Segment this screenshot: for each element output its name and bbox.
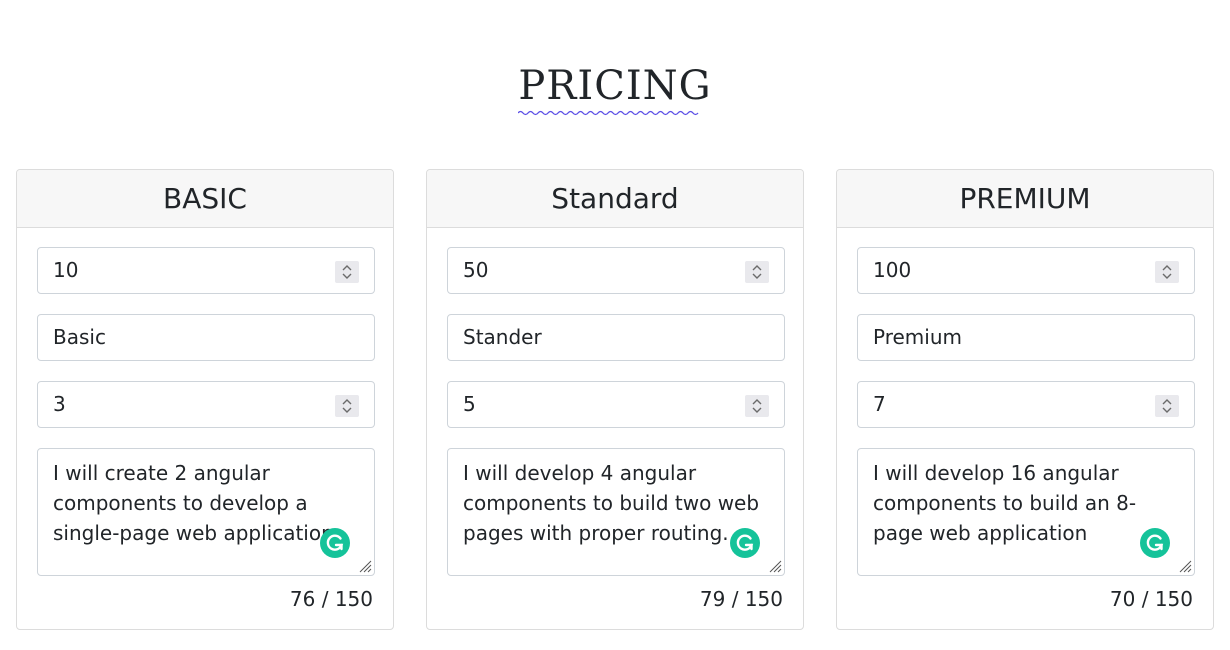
card-header: PREMIUM xyxy=(837,170,1213,228)
character-counter: 70 / 150 xyxy=(1109,587,1193,611)
pricing-card-standard: Standard 50 Stander 5 I will develop 4 a… xyxy=(426,169,804,630)
card-header: BASIC xyxy=(17,170,393,228)
resize-handle-icon[interactable] xyxy=(766,557,782,573)
stepper-arrows-icon[interactable] xyxy=(745,395,769,417)
card-header: Standard xyxy=(427,170,803,228)
stepper-arrows-icon[interactable] xyxy=(1155,395,1179,417)
page-title-text: PRICING xyxy=(518,63,712,109)
resize-handle-icon[interactable] xyxy=(356,557,372,573)
stepper-arrows-icon[interactable] xyxy=(1155,261,1179,283)
price-input[interactable]: 50 xyxy=(447,247,785,294)
pricing-card-premium: PREMIUM 100 Premium 7 I will develop 16 … xyxy=(836,169,1214,630)
plan-name-value: Basic xyxy=(53,325,106,349)
description-textarea[interactable]: I will develop 16 angular components to … xyxy=(857,448,1195,576)
delivery-days-value: 3 xyxy=(53,392,66,416)
price-value: 50 xyxy=(463,258,489,282)
plan-name-value: Stander xyxy=(463,325,542,349)
plan-name-input[interactable]: Basic xyxy=(37,314,375,361)
resize-handle-icon[interactable] xyxy=(1176,557,1192,573)
price-input[interactable]: 10 xyxy=(37,247,375,294)
price-value: 10 xyxy=(53,258,79,282)
character-counter: 76 / 150 xyxy=(289,587,373,611)
description-textarea[interactable]: I will create 2 angular components to de… xyxy=(37,448,375,576)
page-title: PRICING xyxy=(518,62,712,116)
description-text: I will develop 16 angular components to … xyxy=(873,461,1137,545)
character-counter: 79 / 150 xyxy=(699,587,783,611)
delivery-days-input[interactable]: 7 xyxy=(857,381,1195,428)
grammarly-icon[interactable] xyxy=(1140,528,1170,558)
description-textarea[interactable]: I will develop 4 angular components to b… xyxy=(447,448,785,576)
plan-name-input[interactable]: Premium xyxy=(857,314,1195,361)
delivery-days-input[interactable]: 5 xyxy=(447,381,785,428)
price-value: 100 xyxy=(873,258,912,282)
price-input[interactable]: 100 xyxy=(857,247,1195,294)
plan-name-input[interactable]: Stander xyxy=(447,314,785,361)
plan-name-value: Premium xyxy=(873,325,962,349)
delivery-days-input[interactable]: 3 xyxy=(37,381,375,428)
pricing-card-basic: BASIC 10 Basic 3 I will create 2 angular… xyxy=(16,169,394,630)
stepper-arrows-icon[interactable] xyxy=(335,395,359,417)
spellcheck-underline-icon xyxy=(518,110,699,116)
stepper-arrows-icon[interactable] xyxy=(745,261,769,283)
description-text: I will develop 4 angular components to b… xyxy=(463,461,760,545)
stepper-arrows-icon[interactable] xyxy=(335,261,359,283)
title-wrapper: PRICING xyxy=(0,62,1230,116)
delivery-days-value: 7 xyxy=(873,392,886,416)
description-text: I will create 2 angular components to de… xyxy=(53,461,341,545)
grammarly-icon[interactable] xyxy=(730,528,760,558)
delivery-days-value: 5 xyxy=(463,392,476,416)
grammarly-icon[interactable] xyxy=(320,528,350,558)
